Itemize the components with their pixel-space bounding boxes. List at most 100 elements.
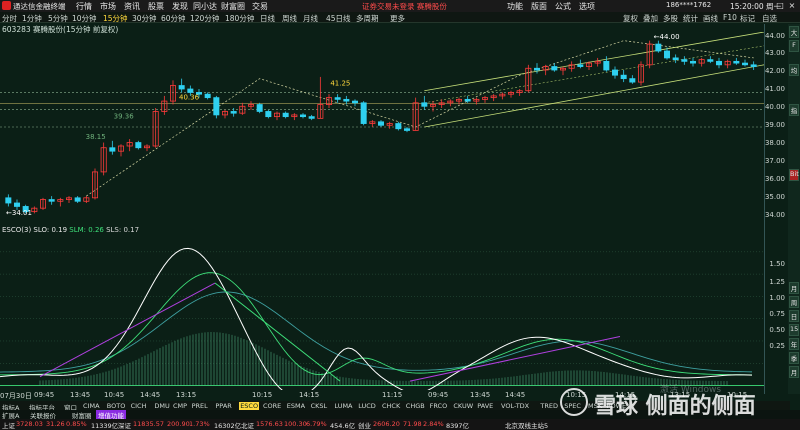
period-10m[interactable]: 10分钟	[72, 13, 97, 24]
menu-item-options[interactable]: 选项	[575, 1, 599, 12]
tool-day[interactable]: 日	[789, 310, 799, 322]
indicator-tab-cima[interactable]: CIMA	[83, 402, 100, 410]
indicator-tab-chgb[interactable]: CHGB	[406, 402, 425, 410]
period-120m[interactable]: 120分钟	[190, 13, 219, 24]
menu-item-wealth[interactable]: 财富圈	[218, 1, 248, 12]
candle-body	[299, 114, 306, 118]
btn-stats[interactable]: 统计	[683, 13, 698, 24]
tool-avg[interactable]: 均	[789, 64, 799, 76]
candlestick-chart[interactable]: ←34.01 ←44.00 40.36 41.25 39.36 38.15	[0, 32, 764, 222]
menu-item-stocks[interactable]: 股票	[144, 1, 168, 12]
indicator-tab-lucd[interactable]: LUCD	[358, 402, 376, 410]
tool-month2[interactable]: 月	[789, 366, 799, 378]
candle-body	[178, 85, 185, 90]
btn-multi-stock[interactable]: 多股	[663, 13, 678, 24]
sz-amount: 16302亿	[214, 422, 242, 430]
period-month[interactable]: 月线	[303, 13, 318, 24]
indicator-tab-ppar[interactable]: PPAR	[215, 402, 231, 410]
price-annotation: 41.25	[330, 80, 350, 88]
candle-body	[282, 112, 289, 118]
tool-season[interactable]: 季	[789, 352, 799, 364]
menu-item-markets[interactable]: 市场	[96, 1, 120, 12]
period-multi[interactable]: 多周期	[356, 13, 379, 24]
tool-week[interactable]: 周	[789, 296, 799, 308]
indicator-tab-esma[interactable]: ESMA	[287, 402, 305, 410]
close-icon[interactable]: ×	[786, 0, 798, 12]
indicator-tab-boto[interactable]: BOTO	[107, 402, 126, 410]
candle-body	[109, 147, 116, 152]
zigzag-line	[86, 40, 754, 197]
period-60m[interactable]: 60分钟	[161, 13, 186, 24]
menu-item-news[interactable]: 资讯	[120, 1, 144, 12]
sh-amount: 11339亿	[91, 422, 119, 430]
tool-big[interactable]: 大	[789, 26, 799, 38]
account-label[interactable]: 186****1762	[666, 1, 711, 9]
period-bar: 分时 1分钟 5分钟 10分钟 15分钟 30分钟 60分钟 120分钟 180…	[0, 12, 800, 23]
tool-ind[interactable]: 指	[789, 104, 799, 116]
menu-item-tongxiaoda[interactable]: 同小达	[192, 1, 218, 12]
tool-f[interactable]: F	[789, 40, 799, 52]
indicator-tab-prel[interactable]: PREL	[192, 402, 208, 410]
menu-item-layout[interactable]: 版面	[527, 1, 551, 12]
period-week[interactable]: 周线	[282, 13, 297, 24]
btn-watchlist[interactable]: 自选	[762, 13, 777, 24]
candle-body	[213, 97, 220, 116]
tool-15[interactable]: 15	[789, 324, 799, 336]
sz-pct: 1.73%	[189, 420, 210, 428]
indicator-label: ESCO(3) SLO: 0.19 SLM: 0.26 SLS: 0.17	[2, 226, 139, 234]
period-5m[interactable]: 5分钟	[48, 13, 68, 24]
minimize-icon[interactable]: –	[762, 0, 774, 12]
period-day[interactable]: 日线	[260, 13, 275, 24]
indicator-tab-luma[interactable]: LUMA	[334, 402, 352, 410]
indicator-tab-chck[interactable]: CHCK	[382, 402, 400, 410]
price-tick: 42.00	[764, 67, 785, 75]
period-180m[interactable]: 180分钟	[225, 13, 254, 24]
tool-bit[interactable]: Bit	[789, 169, 799, 181]
indicator-tab-core[interactable]: CORE	[263, 402, 281, 410]
menu-item-function[interactable]: 功能	[503, 1, 527, 12]
sh-value: 3728.03	[16, 420, 43, 428]
title-bar: 通达信金融终端 行情 市场 资讯 股票 发现 同小达 财富圈 交易 证券交易未登…	[0, 0, 800, 12]
indicator-tab-cich[interactable]: CICH	[131, 402, 147, 410]
indicator-tab-vol-tdx[interactable]: VOL-TDX	[501, 402, 529, 410]
period-45day[interactable]: 45日线	[326, 13, 351, 24]
period-1m[interactable]: 1分钟	[22, 13, 42, 24]
candle-body	[360, 102, 367, 124]
btn-mark[interactable]: 标记	[740, 13, 755, 24]
indicator-tab-cmp[interactable]: CMP	[173, 402, 187, 410]
sz-value: 11835.57	[133, 420, 165, 428]
sh-pct: 0.85%	[66, 420, 87, 428]
tool-month[interactable]: 月	[789, 282, 799, 294]
time-tick: 13:45	[70, 391, 91, 399]
btn-drawline[interactable]: 画线	[703, 13, 718, 24]
candle-body	[13, 202, 20, 207]
candle-body	[256, 104, 263, 112]
login-notice[interactable]: 证券交易未登录 赛腾股份	[362, 1, 447, 12]
candles	[5, 40, 757, 214]
btn-restore-right[interactable]: 复权	[623, 13, 638, 24]
period-tick[interactable]: 分时	[2, 13, 17, 24]
candle-body	[464, 98, 471, 102]
period-more[interactable]: 更多	[390, 13, 405, 24]
tool-year[interactable]: 年	[789, 338, 799, 350]
indicator-tab-ckuw[interactable]: CKUW	[453, 402, 473, 410]
indicator-tab-pave[interactable]: PAVE	[477, 402, 493, 410]
indicator-tab-frco[interactable]: FRCO	[430, 402, 448, 410]
osc-trend-purple-2	[409, 336, 621, 382]
menu-item-market[interactable]: 行情	[72, 1, 96, 12]
candle-body	[230, 111, 237, 114]
indicator-tab-dmu[interactable]: DMU	[154, 402, 169, 410]
maximize-icon[interactable]: □	[774, 0, 786, 12]
indicator-tab-cksl[interactable]: CKSL	[311, 402, 328, 410]
btn-overlay[interactable]: 叠加	[643, 13, 658, 24]
menu-item-formula[interactable]: 公式	[551, 1, 575, 12]
period-30m[interactable]: 30分钟	[132, 13, 157, 24]
indicator-tab-esco[interactable]: ESCO	[239, 402, 260, 410]
btn-f10[interactable]: F10	[723, 13, 737, 22]
indicator-tab-tred[interactable]: TRED	[540, 402, 558, 410]
period-15m[interactable]: 15分钟	[103, 13, 128, 24]
menu-item-trade[interactable]: 交易	[248, 1, 272, 12]
oscillator-chart[interactable]	[0, 234, 764, 390]
candle-body	[135, 142, 142, 149]
menu-item-discover[interactable]: 发现	[168, 1, 192, 12]
